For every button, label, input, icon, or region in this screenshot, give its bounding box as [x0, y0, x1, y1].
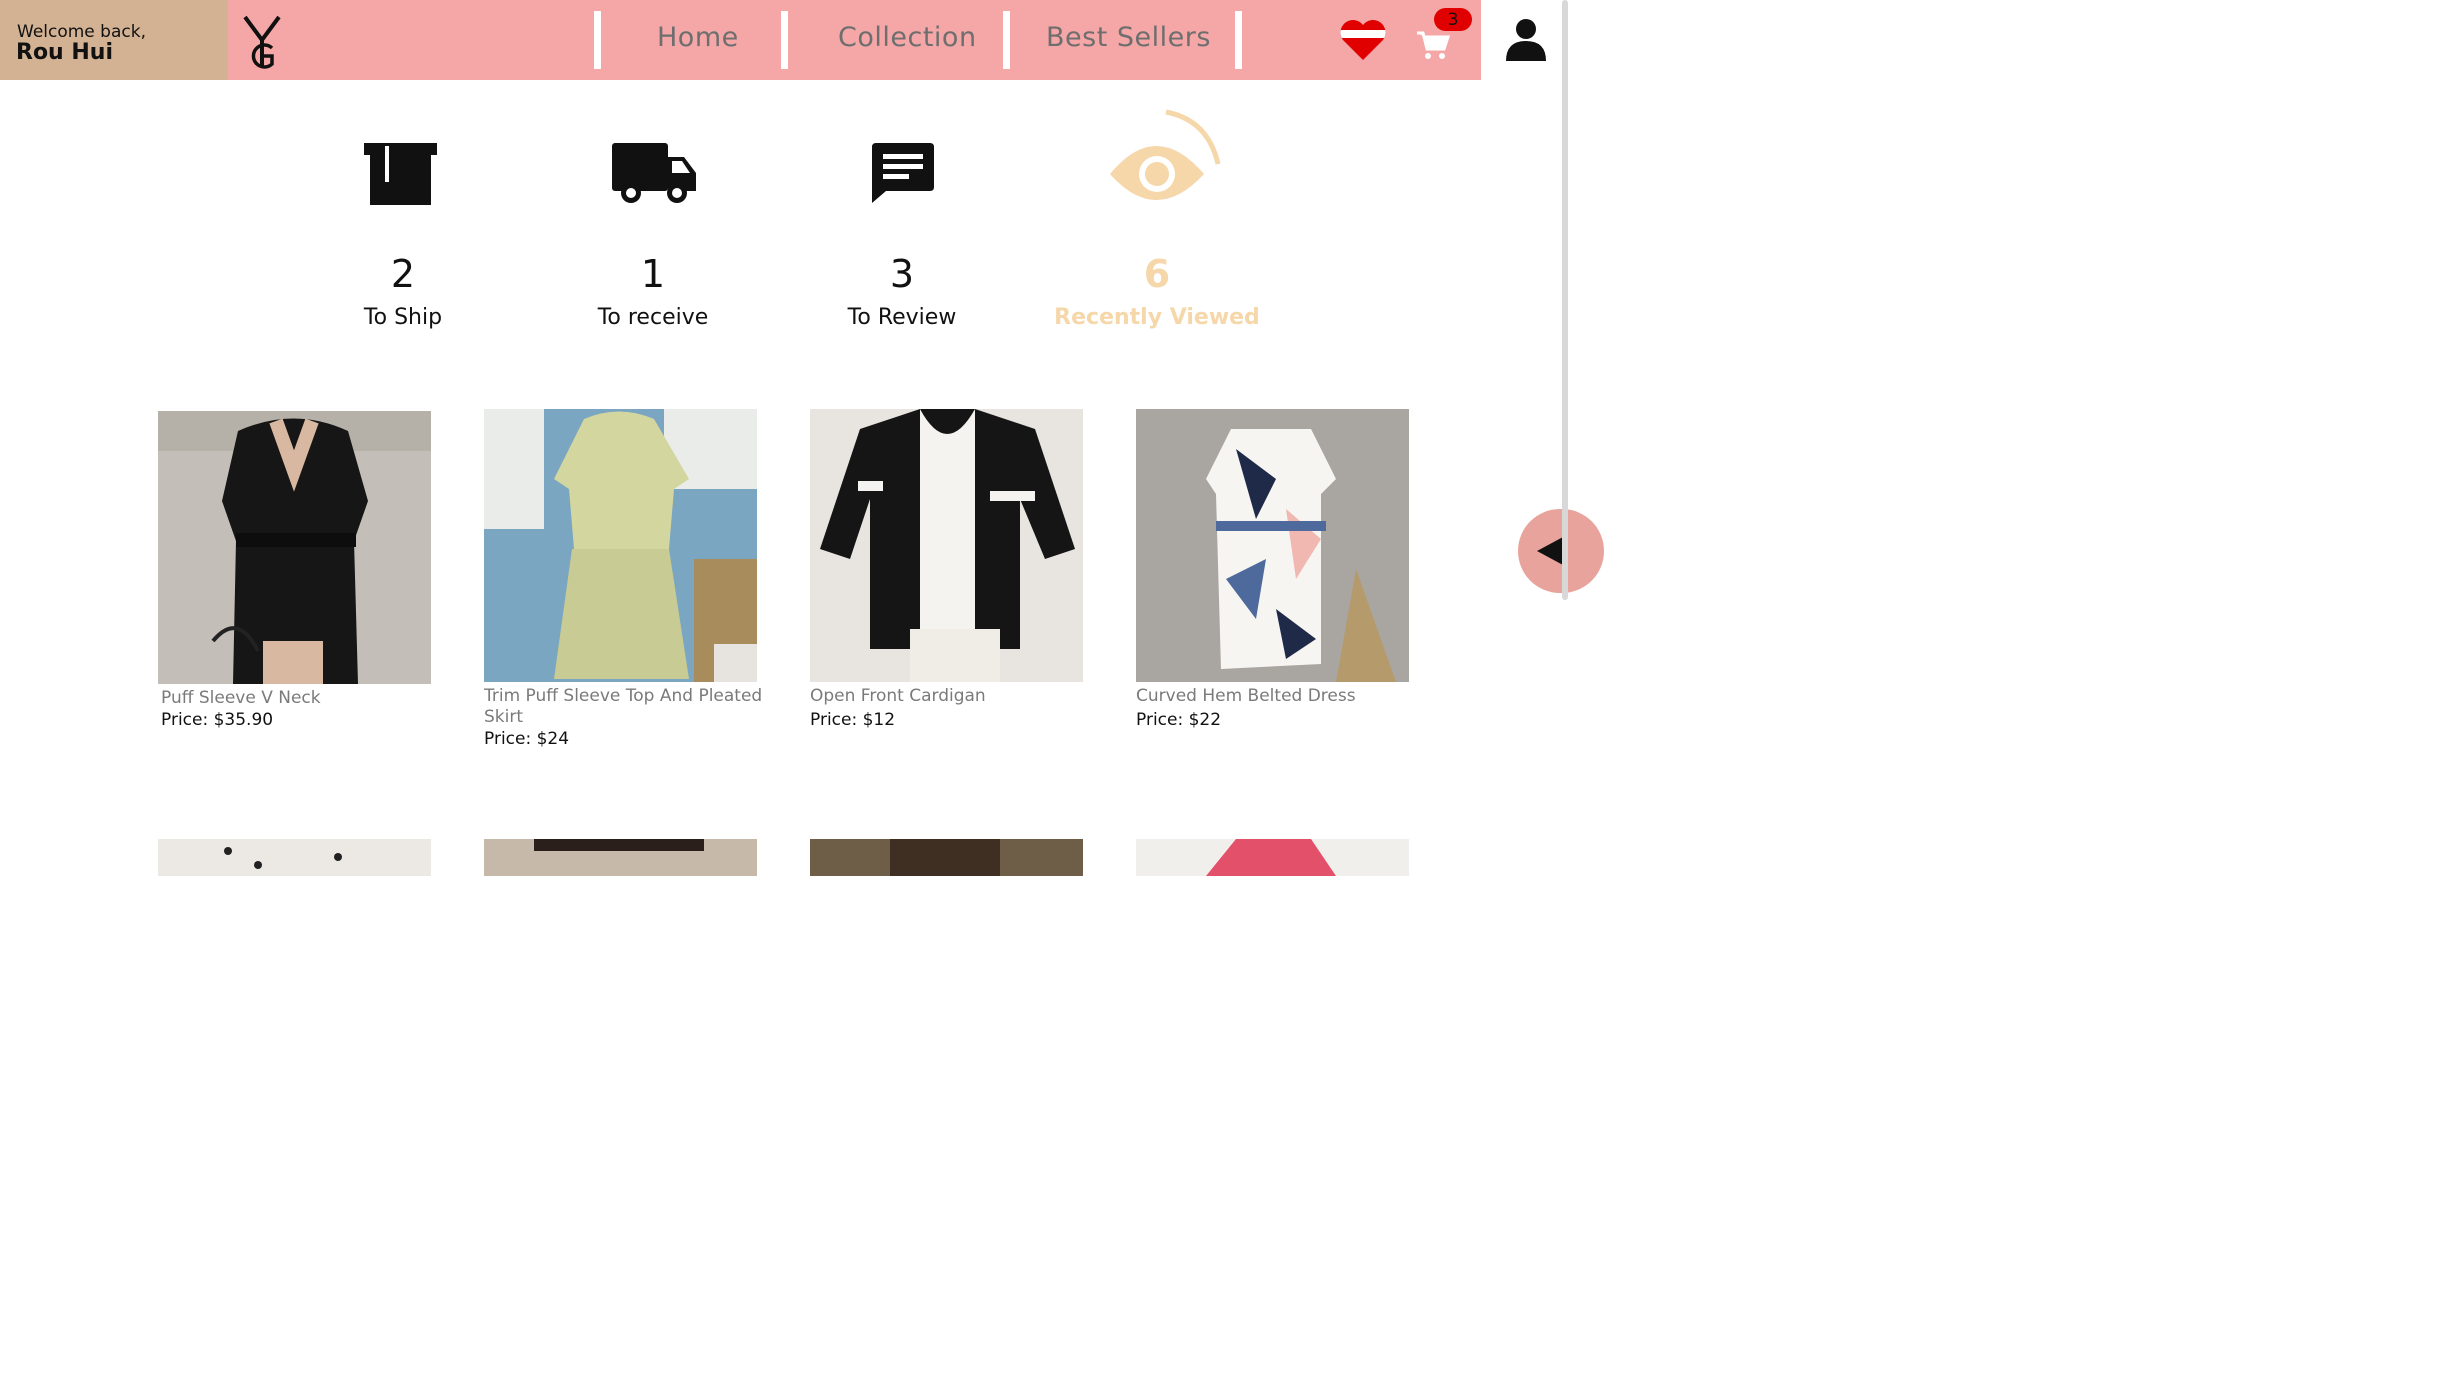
- box-icon[interactable]: [364, 143, 437, 205]
- product-name[interactable]: Trim Puff Sleeve Top And Pleated Skirt: [484, 686, 764, 728]
- recently-viewed-count: 6: [1143, 252, 1171, 296]
- to-ship-count: 2: [390, 252, 416, 296]
- welcome-text: Welcome back,: [17, 22, 146, 42]
- to-review-count: 3: [889, 252, 915, 296]
- logo-icon[interactable]: [242, 14, 282, 70]
- product-price: Price: $22: [1136, 710, 1222, 730]
- truck-icon[interactable]: [612, 143, 696, 205]
- cart-count-badge: 3: [1434, 8, 1472, 31]
- product-image[interactable]: [158, 411, 431, 684]
- recently-viewed-label[interactable]: Recently Viewed: [1037, 305, 1277, 330]
- to-receive-label[interactable]: To receive: [533, 305, 773, 330]
- to-receive-count: 1: [640, 252, 666, 296]
- product-name[interactable]: Puff Sleeve V Neck: [161, 688, 441, 709]
- cart-icon[interactable]: [1416, 29, 1450, 61]
- nav-divider: [1235, 11, 1242, 69]
- product-price: Price: $35.90: [161, 710, 274, 730]
- product-image[interactable]: [810, 409, 1083, 682]
- scrollbar[interactable]: [1562, 0, 1568, 600]
- product-image[interactable]: [158, 839, 431, 876]
- product-price: Price: $24: [484, 729, 570, 749]
- product-image[interactable]: [484, 409, 757, 682]
- to-ship-label[interactable]: To Ship: [283, 305, 523, 330]
- product-image[interactable]: [1136, 409, 1409, 682]
- chat-icon[interactable]: [872, 143, 934, 203]
- welcome-panel: Welcome back, Rou Hui: [0, 0, 228, 80]
- nav-best-sellers[interactable]: Best Sellers: [1046, 22, 1211, 53]
- product-name[interactable]: Curved Hem Belted Dress: [1136, 686, 1416, 707]
- arrow-left-icon[interactable]: [1537, 537, 1563, 565]
- nav-divider: [594, 11, 601, 69]
- nav-divider: [1003, 11, 1010, 69]
- to-review-label[interactable]: To Review: [782, 305, 1022, 330]
- nav-home[interactable]: Home: [657, 22, 739, 53]
- user-name: Rou Hui: [16, 40, 113, 65]
- user-icon[interactable]: [1504, 17, 1548, 61]
- product-price: Price: $12: [810, 710, 896, 730]
- product-image[interactable]: [1136, 839, 1409, 876]
- product-name[interactable]: Open Front Cardigan: [810, 686, 1090, 707]
- eye-icon[interactable]: [1108, 108, 1222, 206]
- product-image[interactable]: [810, 839, 1083, 876]
- product-image[interactable]: [484, 839, 757, 876]
- nav-collection[interactable]: Collection: [838, 22, 977, 53]
- heart-icon[interactable]: [1339, 18, 1387, 62]
- nav-divider: [781, 11, 788, 69]
